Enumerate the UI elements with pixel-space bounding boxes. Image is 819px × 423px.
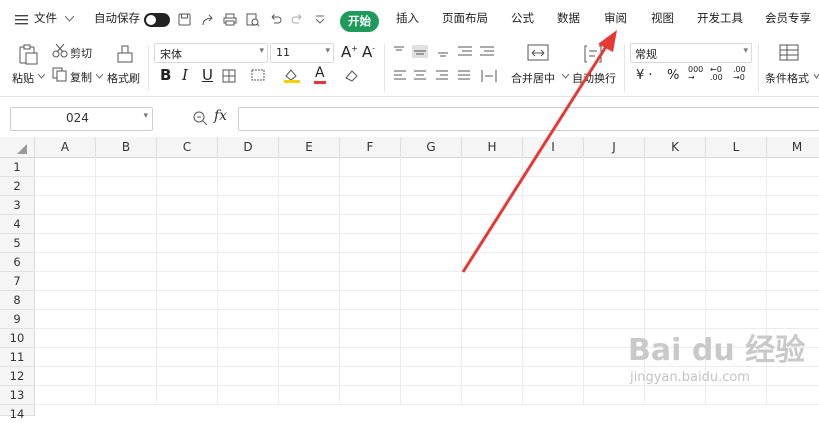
row-header-8[interactable]: 8 — [0, 291, 35, 310]
column-header-m[interactable]: M — [767, 137, 819, 157]
customize-toolbar-icon[interactable] — [315, 15, 325, 25]
column-header-f[interactable]: F — [340, 137, 401, 157]
save-icon[interactable] — [178, 13, 191, 26]
zoom-icon[interactable] — [192, 110, 208, 126]
tab-view[interactable]: 视图 — [651, 10, 674, 26]
paste-button[interactable]: 粘贴 — [12, 70, 34, 86]
format-painter-icon[interactable] — [116, 43, 134, 65]
decrease-decimal-icon[interactable]: .00 →0 — [733, 66, 746, 82]
number-format-select[interactable]: 常规 ▾ — [630, 43, 752, 63]
row-header-4[interactable]: 4 — [0, 215, 35, 234]
print-icon[interactable] — [223, 13, 237, 26]
column-header-e[interactable]: E — [279, 137, 340, 157]
chevron-down-icon[interactable] — [814, 74, 819, 79]
menu-bar: 文件 自动保存 开始 插入 页面布局 公式 数据 审阅 视图 开发工具 会员专享 — [0, 0, 819, 38]
name-box[interactable]: 024 ▾ — [10, 107, 153, 131]
row-header-14[interactable]: 14 — [0, 405, 35, 421]
print-preview-icon[interactable] — [246, 13, 260, 27]
formula-bar: 024 ▾ fx — [0, 105, 819, 133]
row-header-7[interactable]: 7 — [0, 272, 35, 291]
row-header-6[interactable]: 6 — [0, 253, 35, 272]
tab-data[interactable]: 数据 — [557, 10, 580, 26]
row-header-1[interactable]: 1 — [0, 158, 35, 177]
tab-formulas[interactable]: 公式 — [511, 10, 534, 26]
row-header-2[interactable]: 2 — [0, 177, 35, 196]
chevron-down-icon[interactable] — [65, 16, 74, 22]
column-header-b[interactable]: B — [96, 137, 157, 157]
decrease-font-icon[interactable]: A- — [362, 43, 375, 61]
font-size-select[interactable]: 11 ▾ — [270, 43, 334, 63]
copy-button[interactable]: 复制 — [70, 69, 92, 85]
thousands-separator-icon[interactable]: 000 → — [688, 66, 703, 82]
undo-icon[interactable] — [269, 13, 282, 25]
font-name-select[interactable]: 宋体 ▾ — [154, 43, 268, 63]
column-header-c[interactable]: C — [157, 137, 218, 157]
increase-decimal-icon[interactable]: ←0.00 — [710, 66, 723, 82]
format-painter-button[interactable]: 格式刷 — [107, 70, 140, 86]
menu-icon[interactable] — [15, 14, 29, 26]
share-icon[interactable] — [201, 13, 214, 27]
fx-icon[interactable]: fx — [214, 108, 227, 124]
row-header-13[interactable]: 13 — [0, 386, 35, 405]
font-color-icon[interactable]: A — [315, 65, 325, 81]
column-header-a[interactable]: A — [35, 137, 96, 157]
fill-color-icon[interactable] — [283, 67, 301, 83]
currency-icon[interactable]: ¥ · — [636, 68, 653, 83]
border-icon[interactable] — [222, 69, 237, 83]
clear-format-icon[interactable] — [343, 68, 359, 82]
italic-icon[interactable]: I — [182, 66, 188, 84]
annotation-arrow — [461, 30, 617, 273]
select-all-corner[interactable] — [0, 137, 35, 157]
column-header-l[interactable]: L — [706, 137, 767, 157]
baidu-watermark-logo: Bai du 经验 — [628, 333, 806, 368]
copy-icon[interactable] — [52, 67, 67, 82]
column-header-g[interactable]: G — [401, 137, 462, 157]
row-header-12[interactable]: 12 — [0, 367, 35, 386]
tab-page-layout[interactable]: 页面布局 — [442, 10, 488, 26]
increase-font-icon[interactable]: A+ — [341, 43, 358, 61]
column-header-k[interactable]: K — [645, 137, 706, 157]
conditional-format-icon[interactable] — [779, 44, 799, 62]
row-header-5[interactable]: 5 — [0, 234, 35, 253]
tab-home[interactable]: 开始 — [340, 11, 379, 32]
row-header-3[interactable]: 3 — [0, 196, 35, 215]
chevron-down-icon[interactable] — [96, 74, 103, 79]
redo-icon[interactable] — [291, 13, 304, 25]
cut-button[interactable]: 剪切 — [70, 45, 92, 61]
cell-style-icon[interactable] — [251, 69, 267, 83]
tab-developer[interactable]: 开发工具 — [697, 10, 743, 26]
chevron-down-icon[interactable] — [38, 74, 45, 79]
paste-icon[interactable] — [17, 43, 39, 65]
scissors-icon[interactable] — [52, 44, 68, 58]
chevron-down-icon[interactable]: ▾ — [143, 111, 148, 121]
tab-member[interactable]: 会员专享 — [765, 10, 811, 26]
row-header-11[interactable]: 11 — [0, 348, 35, 367]
autosave-label: 自动保存 — [94, 11, 140, 25]
column-header-d[interactable]: D — [218, 137, 279, 157]
bold-icon[interactable]: B — [160, 66, 171, 84]
autosave-toggle[interactable] — [144, 13, 170, 27]
underline-icon[interactable]: U — [202, 66, 213, 84]
column-headers: A B C D E F G H I J K L M — [0, 137, 819, 158]
tab-review[interactable]: 审阅 — [604, 10, 627, 26]
percent-icon[interactable]: % — [667, 68, 679, 83]
tab-insert[interactable]: 插入 — [396, 10, 419, 26]
baidu-watermark-url: jingyan.baidu.com — [630, 370, 750, 385]
row-header-9[interactable]: 9 — [0, 310, 35, 329]
conditional-format-button[interactable]: 条件格式 — [765, 70, 809, 86]
row-header-10[interactable]: 10 — [0, 329, 35, 348]
ribbon: 粘贴 剪切 复制 格式刷 宋体 ▾ 11 ▾ A+ A- B I U A 合并居中 — [0, 38, 819, 97]
file-menu[interactable]: 文件 — [34, 10, 57, 26]
